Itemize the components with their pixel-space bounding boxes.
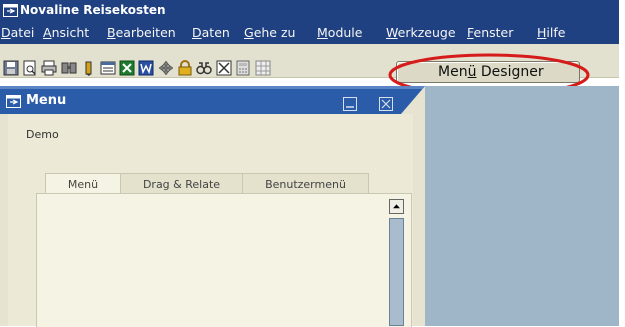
word-export-icon[interactable] (138, 60, 154, 76)
tab-menu-label: Menü (67, 178, 99, 191)
menu-bar: Datei Ansicht Bearbeiten Daten Gehe zu M… (0, 22, 619, 44)
tab-benutzermenu[interactable]: Benutzermenü (242, 173, 369, 195)
binoculars-icon[interactable] (196, 60, 212, 76)
excel-export-icon[interactable] (119, 60, 135, 76)
panel-title: Menu (26, 93, 67, 108)
scroll-up-button[interactable] (389, 199, 404, 214)
form-settings-icon[interactable] (100, 60, 116, 76)
find-next-icon[interactable] (81, 60, 97, 76)
tab-benutzermenu-label: Benutzermenü (265, 178, 346, 191)
lock-icon[interactable] (177, 60, 193, 76)
title-bar: Novaline Reisekosten (0, 0, 619, 22)
app-window-icon (3, 4, 18, 17)
workspace-area (425, 86, 619, 326)
menu-daten[interactable]: Daten (192, 25, 230, 40)
print-icon[interactable] (41, 60, 57, 76)
menu-fenster[interactable]: Fenster (467, 25, 513, 40)
find-icon[interactable] (61, 60, 77, 76)
menu-designer-button[interactable]: Menü Designer (396, 61, 580, 83)
save-icon[interactable] (3, 60, 19, 76)
close-icon[interactable] (379, 97, 393, 111)
minimize-icon[interactable] (343, 97, 357, 111)
grid-icon[interactable] (255, 60, 271, 76)
menu-designer-label: Menü Designer (438, 64, 544, 80)
menu-module[interactable]: Module (317, 25, 362, 40)
calculator-icon[interactable] (235, 60, 251, 76)
vertical-scrollbar[interactable] (389, 218, 404, 326)
menu-hilfe[interactable]: Hilfe (537, 25, 565, 40)
delete-icon[interactable] (216, 60, 232, 76)
tab-menu[interactable]: Menü (45, 173, 121, 195)
menu-bearbeiten[interactable]: Bearbeiten (107, 25, 176, 40)
window-title: Novaline Reisekosten (20, 3, 166, 17)
application-window: Novaline Reisekosten Datei Ansicht Bearb… (0, 0, 619, 327)
menu-werkzeuge[interactable]: Werkzeuge (386, 25, 456, 40)
tab-drag-relate[interactable]: Drag & Relate (120, 173, 243, 195)
menu-ansicht[interactable]: Ansicht (43, 25, 89, 40)
tab-drag-relate-label: Drag & Relate (142, 178, 221, 191)
menu-gehe-zu[interactable]: Gehe zu (244, 25, 295, 40)
panel-menu-icon (6, 95, 21, 108)
print-preview-icon[interactable] (22, 60, 38, 76)
company-name: Demo (26, 128, 59, 141)
navigate-icon[interactable] (158, 60, 174, 76)
menu-tree-area[interactable] (36, 193, 412, 327)
menu-datei[interactable]: Datei (1, 25, 34, 40)
